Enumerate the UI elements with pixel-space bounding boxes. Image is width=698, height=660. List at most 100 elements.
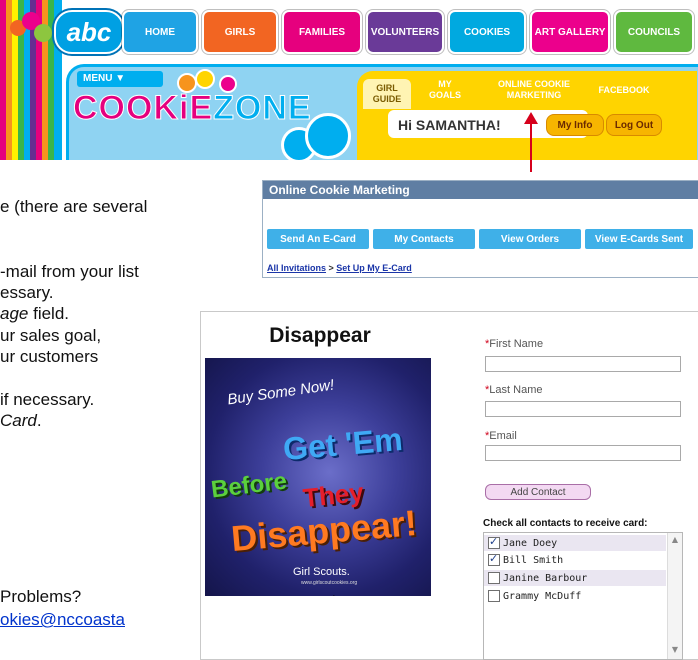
online-cookie-marketing-panel: Online Cookie Marketing Send An E-Card M… <box>262 180 698 278</box>
tab-my-contacts[interactable]: My Contacts <box>373 229 475 249</box>
contact-checkbox[interactable] <box>488 590 500 602</box>
red-arrow-shaft <box>530 120 532 172</box>
nav-tab-label: HOME <box>145 26 175 38</box>
instruction-text: if necessary. <box>0 390 95 409</box>
card-url: www.girlscoutcookies.org <box>301 580 358 586</box>
instruction-line: ur sales goal, <box>0 326 101 346</box>
contact-item[interactable]: Jane Doey <box>484 535 666 551</box>
instruction-line: if necessary. <box>0 390 94 410</box>
cookie-zone-title-part: ZONE <box>213 89 312 128</box>
contact-checkbox[interactable] <box>488 535 500 549</box>
contact-list-scrollbar[interactable]: ▲ ▼ <box>667 533 682 659</box>
last-name-input[interactable] <box>485 401 681 417</box>
tab-send-ecard[interactable]: Send An E-Card <box>267 229 369 249</box>
ecard-panel: Disappear Buy Some Now! Get 'Em Before T… <box>200 311 698 660</box>
contact-item[interactable]: Grammy McDuff <box>488 588 581 604</box>
cookie-zone-title: COOKiEZONE <box>72 89 312 128</box>
subnav-my-goals[interactable]: MY GOALS <box>425 79 465 101</box>
panel-title: Online Cookie Marketing <box>263 181 698 199</box>
instruction-text: ur customers <box>0 347 99 366</box>
tab-label: Send An E-Card <box>280 233 356 245</box>
scroll-down-icon[interactable]: ▼ <box>668 645 682 654</box>
contact-checkbox[interactable] <box>488 552 500 566</box>
nav-tab-families[interactable]: FAMILIES <box>282 10 362 54</box>
card-text: Get 'Em <box>281 420 404 468</box>
nav-tab-label: COOKIES <box>463 26 511 38</box>
instruction-text: e (there are several <box>0 197 148 216</box>
scroll-up-icon[interactable]: ▲ <box>668 535 682 544</box>
breadcrumb-setup-ecard[interactable]: Set Up My E-Card <box>336 263 412 273</box>
contact-name: Janine Barbour <box>503 572 588 584</box>
ocm-tab-bar: Send An E-Card My Contacts View Orders V… <box>267 229 693 249</box>
nav-tab-label: COUNCILS <box>627 26 681 38</box>
contacts-heading: Check all contacts to receive card: <box>483 518 648 529</box>
instruction-text: . <box>36 411 42 430</box>
card-text: Disappear! <box>229 501 419 560</box>
nav-tab-councils[interactable]: COUNCILS <box>614 10 694 54</box>
nav-tab-girls[interactable]: GIRLS <box>202 10 278 54</box>
instruction-line: age field. <box>0 304 69 324</box>
nav-tab-volunteers[interactable]: VOLUNTEERS <box>366 10 444 54</box>
add-contact-button[interactable]: Add Contact <box>485 484 591 500</box>
contact-list[interactable]: Jane Doey Bill Smith Janine Barbour Gram… <box>483 532 683 660</box>
tab-view-ecards-sent[interactable]: View E-Cards Sent <box>585 229 693 249</box>
contact-name: Bill Smith <box>503 554 564 566</box>
first-name-input[interactable] <box>485 356 681 372</box>
subnav-facebook[interactable]: FACEBOOK <box>589 85 659 96</box>
nav-tab-art-gallery[interactable]: ART GALLERY <box>530 10 610 54</box>
mouse-cursor-icon <box>333 595 335 596</box>
bubble-decoration <box>305 113 351 159</box>
breadcrumb-all-invitations[interactable]: All Invitations <box>267 263 326 273</box>
greeting-text: Hi SAMANTHA! <box>398 117 501 133</box>
cookie-zone-panel: MENU ▼ COOKiEZONE GIRL GUIDE MY GOALS ON… <box>66 64 698 160</box>
instruction-emphasis: age <box>0 304 29 323</box>
instruction-text: -mail from your list <box>0 262 139 281</box>
subnav-online-cookie-marketing[interactable]: ONLINE COOKIE MARKETING <box>489 79 579 101</box>
instruction-text: ur sales goal, <box>0 326 102 345</box>
instruction-emphasis: Card <box>0 411 37 430</box>
tab-label: My Contacts <box>394 233 454 245</box>
card-text: Buy Some Now! <box>226 376 336 409</box>
tab-label: View E-Cards Sent <box>594 233 684 245</box>
subnav-girl-guide[interactable]: GIRL GUIDE <box>363 79 411 109</box>
logo-ball-icon <box>34 24 52 42</box>
site-logo[interactable]: abc <box>8 4 124 60</box>
instruction-text: field. <box>28 304 70 323</box>
instruction-text: Problems? <box>0 587 82 606</box>
tab-view-orders[interactable]: View Orders <box>479 229 581 249</box>
nav-tab-home[interactable]: HOME <box>122 10 198 54</box>
logout-button[interactable]: Log Out <box>606 114 662 136</box>
ecard-title: Disappear <box>269 324 371 347</box>
nav-tab-label: VOLUNTEERS <box>370 26 440 38</box>
nav-tab-label: ART GALLERY <box>534 26 606 38</box>
girl-scouts-logo: Girl Scouts. <box>293 566 350 578</box>
instruction-line: ur customers <box>0 347 98 367</box>
nav-tab-cookies[interactable]: COOKIES <box>448 10 526 54</box>
tab-label: View Orders <box>500 233 560 245</box>
first-name-label: *First Name <box>485 338 543 350</box>
nav-tab-label: FAMILIES <box>298 26 346 38</box>
instruction-line: Card. <box>0 411 42 431</box>
label-text: Email <box>489 430 517 442</box>
my-info-button[interactable]: My Info <box>546 114 604 136</box>
instruction-text: essary. <box>0 283 54 302</box>
label-text: Last Name <box>489 384 543 396</box>
label-text: First Name <box>489 338 544 350</box>
menu-button[interactable]: MENU ▼ <box>77 71 163 87</box>
card-text: Before <box>209 467 289 504</box>
email-label: *Email <box>485 430 517 442</box>
site-header: abc HOME GIRLS FAMILIES VOLUNTEERS COOKI… <box>0 0 698 160</box>
ecard-image: Buy Some Now! Get 'Em Before They Disapp… <box>205 358 431 596</box>
subnav-label: MY GOALS <box>428 79 461 100</box>
contact-item[interactable]: Bill Smith <box>488 552 563 568</box>
contact-checkbox[interactable] <box>488 572 500 584</box>
contact-name: Jane Doey <box>503 537 558 549</box>
contact-email-link[interactable]: okies@nccoasta <box>0 610 125 630</box>
instruction-line: -mail from your list <box>0 262 139 282</box>
email-link-text: okies@nccoasta <box>0 610 125 629</box>
email-input[interactable] <box>485 445 681 461</box>
logo-text: abc <box>54 10 124 54</box>
cookie-zone-title-part: COOKiE <box>72 89 214 128</box>
instruction-line: e (there are several <box>0 197 147 217</box>
contact-item[interactable]: Janine Barbour <box>484 570 666 586</box>
